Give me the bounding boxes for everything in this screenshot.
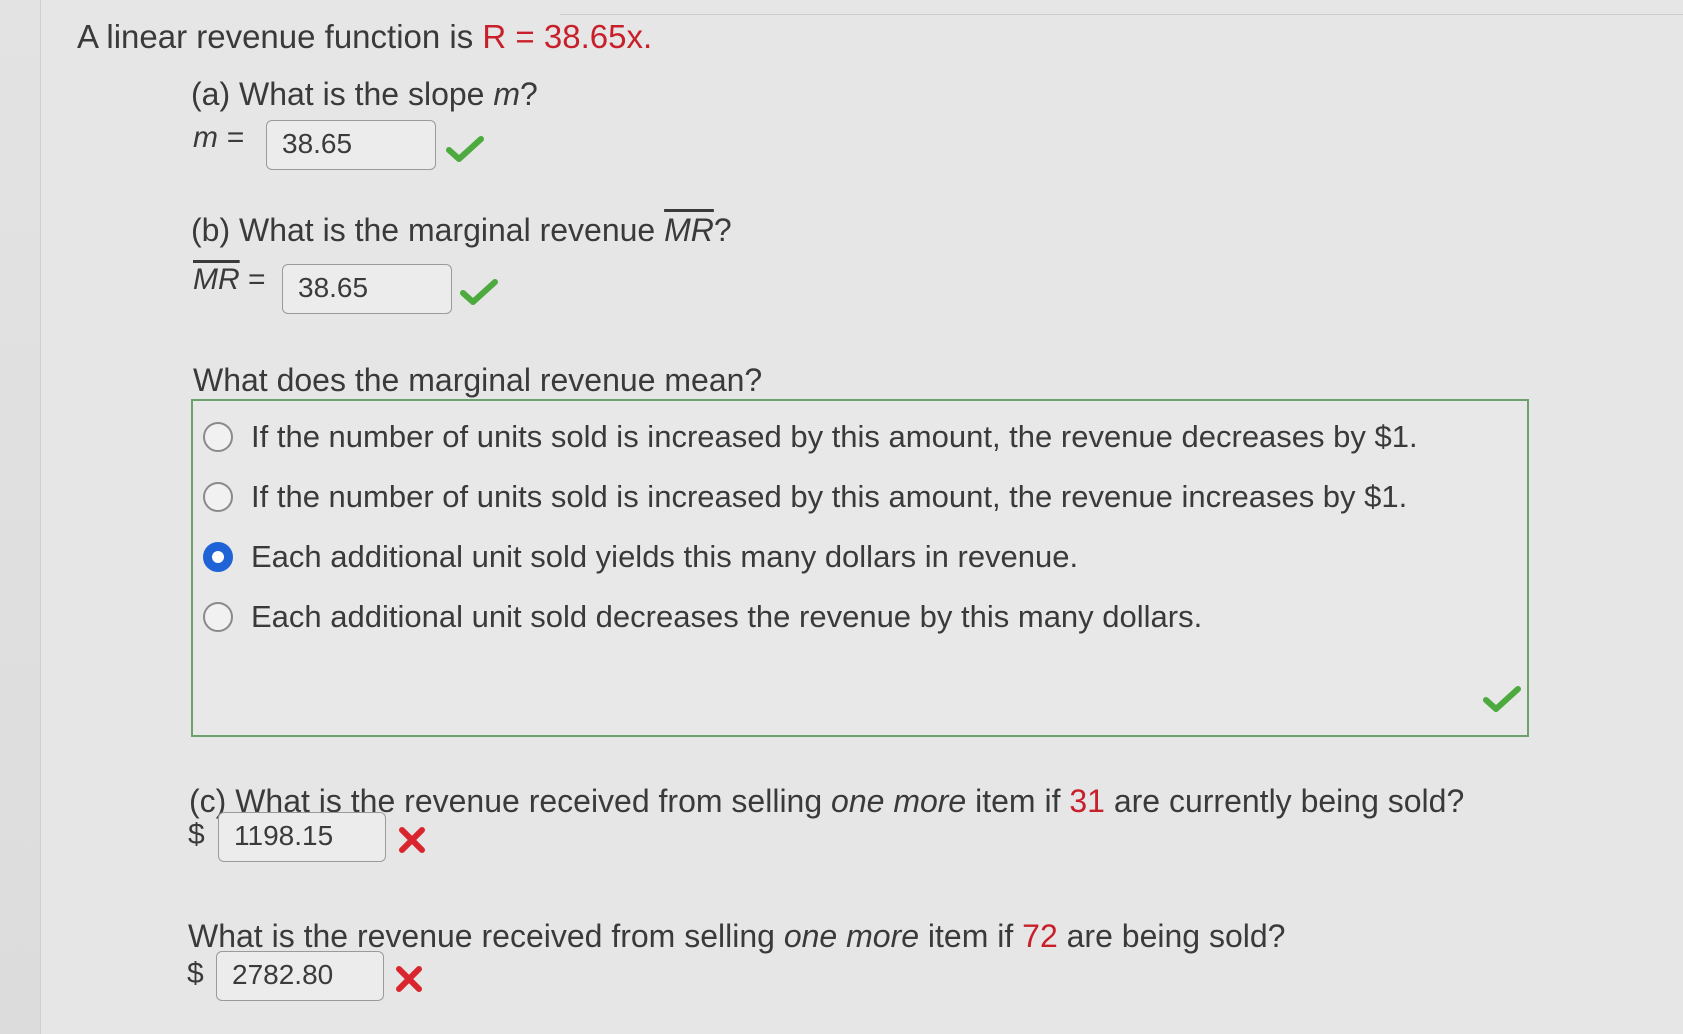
option-label: Each additional unit sold yields this ma… (251, 539, 1079, 574)
option-decreases-dollars[interactable]: Each additional unit sold decreases the … (203, 599, 1202, 635)
radio-button[interactable] (203, 602, 233, 632)
x-mark-icon (399, 827, 425, 853)
problem-intro: A linear revenue function is (77, 18, 474, 55)
part-c-question-mid: item if (975, 783, 1061, 819)
part-c-count: 31 (1069, 783, 1105, 819)
option-yields-dollars[interactable]: Each additional unit sold yields this ma… (203, 539, 1078, 575)
revenue-72-answer-input[interactable]: 2782.80 (216, 951, 384, 1001)
mr-variable: MR (193, 263, 240, 296)
option-revenue-decreases[interactable]: If the number of units sold is increased… (203, 419, 1418, 455)
check-icon (446, 136, 484, 162)
problem-statement: A linear revenue function is R = 38.65x. (77, 18, 652, 56)
check-icon (1483, 686, 1521, 712)
part-a-question-text: What is the slope (239, 76, 485, 112)
part-d-emphasis: one more (783, 918, 920, 954)
part-a-label: (a) (191, 76, 231, 112)
part-d-question-mid: item if (927, 918, 1014, 954)
part-a-question: (a) What is the slope m? (191, 76, 538, 113)
option-label: If the number of units sold is increased… (251, 419, 1418, 454)
part-d-question-end: are being sold? (1066, 918, 1286, 954)
part-b-question: (b) What is the marginal revenue MR? (191, 212, 732, 249)
mr-equals-sign: = (248, 263, 266, 296)
part-d-question: What is the revenue received from sellin… (188, 918, 1285, 955)
part-c-emphasis: one more (831, 783, 967, 819)
currency-symbol: $ (187, 957, 204, 990)
problem-equation: R = 38.65x. (482, 18, 653, 55)
radio-button[interactable] (203, 422, 233, 452)
slope-answer-input[interactable]: 38.65 (266, 120, 436, 170)
meaning-question: What does the marginal revenue mean? (193, 362, 763, 398)
part-a-question-mark: ? (520, 76, 538, 112)
marginal-revenue-equation-label: MR = (193, 263, 266, 297)
multiple-choice-box: If the number of units sold is increased… (191, 399, 1529, 737)
revenue-31-answer-input[interactable]: 1198.15 (218, 812, 386, 862)
part-a-variable: m (493, 76, 520, 112)
part-b-question-text: What is the marginal revenue (239, 212, 656, 248)
part-d-count: 72 (1022, 918, 1058, 954)
x-mark-icon (396, 966, 422, 992)
part-b-variable: MR (664, 212, 714, 248)
marginal-revenue-answer-input[interactable]: 38.65 (282, 264, 452, 314)
option-label: If the number of units sold is increased… (251, 479, 1408, 514)
check-icon (460, 279, 498, 305)
top-divider (560, 14, 1683, 15)
option-revenue-increases[interactable]: If the number of units sold is increased… (203, 479, 1407, 515)
option-label: Each additional unit sold decreases the … (251, 599, 1203, 634)
currency-symbol: $ (188, 818, 205, 851)
part-b-label: (b) (191, 212, 231, 248)
part-c-question-end: are currently being sold? (1113, 783, 1465, 819)
radio-button[interactable] (203, 482, 233, 512)
radio-button-selected[interactable] (203, 542, 233, 572)
part-d-question-text: What is the revenue received from sellin… (188, 918, 775, 954)
part-b-question-mark: ? (713, 212, 732, 248)
slope-equation-label: m = (193, 121, 244, 154)
